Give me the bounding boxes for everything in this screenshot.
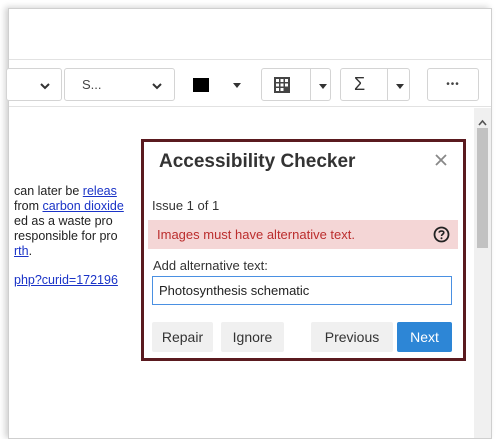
divider bbox=[310, 69, 311, 100]
text-color-icon bbox=[193, 78, 209, 92]
sigma-icon: Σ bbox=[354, 74, 366, 94]
next-button[interactable]: Next bbox=[397, 322, 452, 352]
chevron-down-icon bbox=[39, 80, 51, 92]
formula-split-button[interactable]: Σ bbox=[340, 68, 410, 101]
scroll-thumb[interactable] bbox=[477, 128, 488, 248]
style-select[interactable]: S... bbox=[64, 68, 175, 101]
previous-button[interactable]: Previous bbox=[311, 322, 393, 352]
repair-button[interactable]: Repair bbox=[152, 322, 213, 352]
document-link[interactable]: releas bbox=[83, 184, 117, 198]
document-line: rth. bbox=[14, 244, 33, 258]
issue-counter: Issue 1 of 1 bbox=[152, 198, 220, 213]
document-line: php?curid=172196 bbox=[14, 273, 118, 288]
document-link[interactable]: carbon dioxide bbox=[42, 199, 123, 213]
format-select[interactable] bbox=[6, 68, 62, 101]
toolbar: S... Σ ••• bbox=[6, 59, 491, 107]
caret-down-icon bbox=[233, 83, 241, 88]
document-line: ed as a waste pro bbox=[14, 214, 113, 228]
text-color-button[interactable] bbox=[183, 68, 253, 101]
vertical-scrollbar[interactable] bbox=[474, 108, 491, 438]
more-button[interactable]: ••• bbox=[427, 68, 479, 101]
help-icon[interactable] bbox=[433, 226, 450, 243]
scroll-up-icon[interactable] bbox=[478, 114, 487, 126]
error-banner: Images must have alternative text. bbox=[148, 220, 458, 249]
accessibility-checker-dialog: Accessibility Checker Issue 1 of 1 Image… bbox=[141, 139, 466, 361]
document-link[interactable]: rth bbox=[14, 244, 29, 258]
more-icon: ••• bbox=[446, 79, 460, 90]
divider bbox=[387, 69, 388, 100]
document-line: from carbon dioxide bbox=[14, 199, 124, 213]
close-icon[interactable] bbox=[434, 153, 448, 167]
chevron-down-icon bbox=[151, 80, 163, 92]
alt-text-label: Add alternative text: bbox=[153, 258, 268, 273]
alt-text-input[interactable] bbox=[152, 276, 452, 305]
document-line: can later be releas bbox=[14, 184, 117, 198]
document-link[interactable]: php?curid=172196 bbox=[14, 273, 118, 287]
style-select-value: S... bbox=[82, 77, 102, 92]
caret-down-icon bbox=[396, 84, 404, 89]
document-line: responsible for pro bbox=[14, 229, 118, 243]
table-split-button[interactable] bbox=[261, 68, 331, 101]
ignore-button[interactable]: Ignore bbox=[221, 322, 284, 352]
table-icon bbox=[274, 77, 290, 93]
dialog-title: Accessibility Checker bbox=[159, 151, 356, 172]
error-message: Images must have alternative text. bbox=[157, 227, 355, 242]
caret-down-icon bbox=[319, 84, 327, 89]
